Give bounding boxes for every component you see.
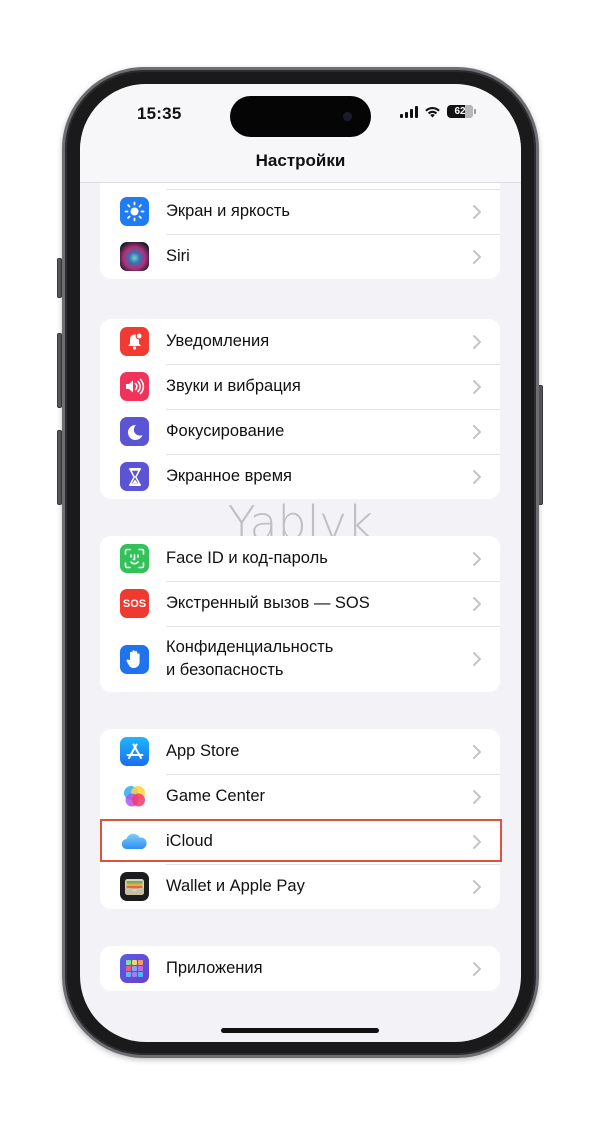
chevron-right-icon	[473, 834, 481, 849]
hourglass-icon	[120, 462, 149, 491]
sidebar-item-notifications[interactable]: Уведомления	[100, 319, 500, 364]
sidebar-item-siri[interactable]: Siri	[100, 234, 500, 279]
speaker-icon	[120, 372, 149, 401]
sidebar-item-focus[interactable]: Фокусирование	[100, 409, 500, 454]
item-label: Звуки и вибрация	[166, 377, 301, 395]
notifications-bell-icon	[120, 327, 149, 356]
siri-icon	[120, 242, 149, 271]
sidebar-item-privacy-security[interactable]: Конфиденциальность и безопасность	[100, 626, 500, 692]
settings-group-apps: Приложения	[100, 946, 500, 991]
item-label: Фокусирование	[166, 422, 285, 440]
item-label: Siri	[166, 247, 190, 265]
icloud-icon	[120, 827, 149, 856]
wallet-icon	[120, 872, 149, 901]
sidebar-item-display-brightness[interactable]: Экран и яркость	[100, 189, 500, 234]
item-label: Game Center	[166, 787, 266, 805]
settings-group-display: Экран и яркость Siri	[100, 168, 500, 279]
chevron-right-icon	[473, 469, 481, 484]
home-indicator[interactable]	[221, 1028, 379, 1033]
battery-icon: 62	[447, 105, 476, 118]
sidebar-item-face-id[interactable]: Face ID и код-пароль	[100, 536, 500, 581]
item-label: Face ID и код-пароль	[166, 549, 328, 567]
privacy-hand-icon	[120, 644, 149, 674]
page-title: Настройки	[255, 151, 346, 170]
sidebar-item-app-store[interactable]: App Store	[100, 729, 500, 774]
chevron-right-icon	[473, 961, 481, 976]
chevron-right-icon	[473, 204, 481, 219]
status-indicators: 62	[400, 105, 476, 118]
cellular-signal-icon	[400, 105, 418, 118]
chevron-right-icon	[473, 551, 481, 566]
wifi-icon	[424, 106, 441, 118]
moon-icon	[120, 417, 149, 446]
chevron-right-icon	[473, 249, 481, 264]
game-center-icon	[120, 782, 149, 811]
navigation-header: 15:35 62 Настройки	[80, 84, 521, 183]
item-label: Уведомления	[166, 332, 270, 350]
sos-icon: SOS	[120, 589, 149, 618]
sos-icon-text: SOS	[122, 597, 147, 610]
item-label: Экстренный вызов — SOS	[166, 594, 370, 612]
settings-screen: 15:35 62 Настройки Экран и яркость Siri …	[80, 84, 521, 1042]
chevron-right-icon	[473, 596, 481, 611]
sidebar-item-game-center[interactable]: Game Center	[100, 774, 500, 819]
sidebar-item-wallet-apple-pay[interactable]: Wallet и Apple Pay	[100, 864, 500, 909]
chevron-right-icon	[473, 334, 481, 349]
item-label: iCloud	[166, 832, 213, 850]
sidebar-item-sounds-haptics[interactable]: Звуки и вибрация	[100, 364, 500, 409]
sidebar-item-apps[interactable]: Приложения	[100, 946, 500, 991]
item-label: Wallet и Apple Pay	[166, 877, 305, 895]
front-camera-icon	[343, 112, 352, 121]
battery-level: 62	[454, 106, 466, 117]
brightness-icon	[120, 197, 149, 226]
dynamic-island	[230, 96, 371, 137]
chevron-right-icon	[473, 652, 481, 666]
settings-group-security: Face ID и код-пароль SOS Экстренный вызо…	[100, 536, 500, 692]
item-label: Конфиденциальность и безопасность	[166, 636, 333, 682]
face-id-icon	[120, 544, 149, 573]
settings-group-notifications: Уведомления Звуки и вибрация Фокусирован…	[100, 319, 500, 499]
item-label: App Store	[166, 742, 240, 760]
status-time: 15:35	[137, 104, 182, 123]
chevron-right-icon	[473, 379, 481, 394]
settings-group-services: App Store Game Center iCloud Wallet и Ap…	[100, 729, 500, 909]
item-label-line1: Конфиденциальность	[166, 638, 334, 656]
chevron-right-icon	[473, 424, 481, 439]
sidebar-item-emergency-sos[interactable]: SOS Экстренный вызов — SOS	[100, 581, 500, 626]
app-store-icon	[120, 737, 149, 766]
item-label-line2: и безопасность	[166, 661, 284, 679]
item-label: Приложения	[166, 959, 263, 977]
sidebar-item-screen-time[interactable]: Экранное время	[100, 454, 500, 499]
chevron-right-icon	[473, 879, 481, 894]
sidebar-item-icloud[interactable]: iCloud	[100, 819, 500, 864]
item-label: Экранное время	[166, 467, 292, 485]
apps-grid-icon	[120, 954, 149, 983]
chevron-right-icon	[473, 744, 481, 759]
item-label: Экран и яркость	[166, 202, 291, 220]
chevron-right-icon	[473, 789, 481, 804]
